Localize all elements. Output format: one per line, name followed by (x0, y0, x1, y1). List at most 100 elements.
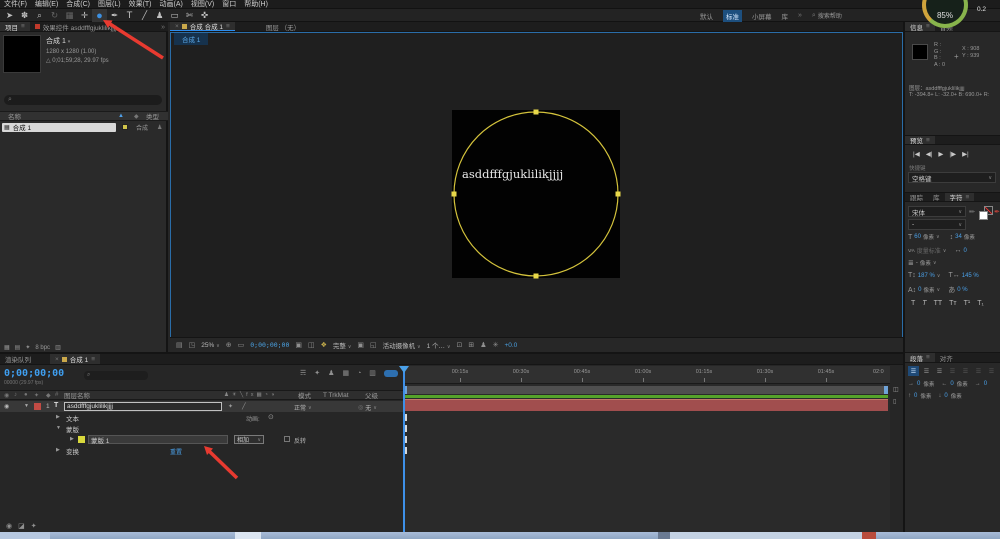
project-list-header[interactable]: 名称 ▲ ◆ 类型 (0, 111, 168, 121)
windows-taskbar[interactable] (0, 532, 1000, 539)
layer-label-color[interactable] (34, 403, 41, 410)
clone-stamp-tool[interactable]: ♟ (152, 9, 167, 22)
comp-marker-icon[interactable]: ◫ (893, 386, 899, 393)
faux-bold-button[interactable]: T (911, 300, 915, 307)
close-icon[interactable]: × (55, 356, 59, 363)
column-name[interactable]: 名称 (0, 111, 21, 121)
shortcut-select[interactable]: 空格键 ∨ (908, 172, 996, 183)
expander-icon[interactable]: ▶ (56, 447, 60, 453)
tsume-value[interactable]: 0 % (957, 287, 967, 293)
tab-tracker[interactable]: 跟踪 (905, 193, 928, 201)
sort-ascending-icon[interactable]: ▲ (118, 113, 124, 119)
tab-timeline-comp[interactable]: × 合成 1 ≡ (50, 354, 100, 364)
draft-3d-icon[interactable]: ✦ (314, 369, 320, 377)
time-ruler[interactable]: 00:15s 00:30s 00:45s 01:00s 01:15s 01:30… (403, 366, 890, 384)
chevron-down-icon[interactable]: ∨ (937, 273, 941, 279)
chevron-down-icon[interactable]: ∨ (933, 260, 937, 266)
viewer-breadcrumb[interactable]: 合成 1 (174, 33, 208, 45)
interpret-footage-icon[interactable]: ▦ (4, 344, 10, 351)
search-help[interactable]: ⌕ 搜索帮助 (812, 11, 842, 20)
menu-edit[interactable]: 编辑(E) (31, 0, 62, 9)
taskbar-window-button[interactable] (235, 532, 261, 539)
fill-color-swatch[interactable] (979, 211, 988, 220)
zoom-level[interactable]: 25% ∨ (201, 342, 220, 349)
always-preview-icon[interactable]: ▤ (176, 341, 183, 349)
tab-paragraph[interactable]: 段落≡ (905, 353, 935, 362)
kerning-value[interactable]: 度量标准 (917, 246, 941, 255)
visibility-eye-icon[interactable]: ◉ (4, 403, 9, 410)
justify-last-center-button[interactable]: ☰ (960, 366, 971, 376)
type-tool[interactable]: T (122, 9, 137, 22)
vertical-scale-value[interactable]: 187 % (918, 273, 935, 279)
menu-animation[interactable]: 动画(A) (156, 0, 187, 9)
workspace-overflow-icon[interactable]: » (798, 12, 802, 19)
timeline-graph-area[interactable]: 00:15s 00:30s 00:45s 01:00s 01:15s 01:30… (403, 366, 890, 534)
faux-italic-button[interactable]: T (922, 300, 926, 307)
first-frame-button[interactable]: |◀ (913, 150, 920, 158)
graph-editor-icon[interactable]: ▥ (369, 369, 376, 377)
menu-file[interactable]: 文件(F) (0, 0, 31, 9)
space-before-value[interactable]: 0 (914, 393, 917, 399)
label-column-icon[interactable]: ◆ (134, 113, 139, 120)
expand-inout-panes-icon[interactable]: ✦ (31, 522, 37, 530)
font-family-select[interactable]: 宋体 ∨ (908, 206, 966, 217)
mini-flowchart-icon[interactable]: ♟ (480, 341, 486, 349)
shape-path-ellipse[interactable] (452, 110, 620, 278)
align-right-button[interactable]: ☰ (934, 366, 945, 376)
subscript-button[interactable]: T₁ (977, 300, 984, 307)
horizontal-scale-value[interactable]: 145 % (962, 273, 979, 279)
animate-menu-icon[interactable]: ⊙ (268, 413, 274, 421)
expander-icon[interactable]: ▼ (24, 403, 29, 409)
delete-icon[interactable]: ▥ (55, 344, 61, 351)
project-search-input[interactable]: ⌕ (4, 95, 162, 105)
panel-menu-icon[interactable]: ≡ (91, 356, 95, 363)
parent-select[interactable]: ◎ 无∨ (358, 403, 377, 412)
reset-exposure-icon[interactable]: ✳ (493, 341, 499, 349)
menu-composition[interactable]: 合成(C) (62, 0, 94, 9)
motion-blur-icon[interactable]: ◔ (357, 370, 361, 377)
toggle-pill[interactable] (384, 370, 398, 377)
workspace-small-screen[interactable]: 小屏幕 (752, 11, 772, 21)
parent-column[interactable]: 父级 (365, 390, 378, 400)
camera-tool[interactable]: ▦ (62, 9, 77, 22)
blend-mode-select[interactable]: 正常∨ (294, 403, 312, 412)
view-layout-select[interactable]: 1 个… ∨ (427, 340, 451, 350)
close-icon[interactable]: × (175, 23, 179, 30)
eyedropper-icon[interactable]: ✏ (969, 208, 975, 216)
pickwhip-icon[interactable]: ◎ (358, 404, 363, 411)
effects-switch-icon[interactable]: ╱ (242, 403, 246, 410)
pixel-aspect-icon[interactable]: ⊞ (468, 341, 474, 349)
leading-value[interactable]: 34 (955, 234, 962, 240)
comp-button-icon[interactable]: ▯ (893, 398, 896, 405)
project-comp-name[interactable]: 合成 1 ▾ (46, 36, 109, 46)
column-type[interactable]: 类型 (146, 111, 159, 121)
exposure-value[interactable]: +0.0 (504, 342, 517, 349)
expander-icon[interactable]: ▶ (56, 414, 60, 420)
indent-left-value[interactable]: 0 (917, 381, 920, 387)
font-size-value[interactable]: 60 (914, 234, 921, 240)
magnification-icon[interactable]: ◳ (189, 341, 196, 349)
workspace-libraries[interactable]: 库 (782, 11, 789, 21)
indent-right-value[interactable]: 0 (950, 381, 953, 387)
rulers-icon[interactable]: ⊕ (226, 341, 232, 349)
chevron-down-icon[interactable]: ∨ (936, 234, 940, 240)
tracking-value[interactable]: 0 (963, 248, 966, 254)
expand-transfer-controls-icon[interactable]: ◪ (18, 522, 25, 530)
grid-options-icon[interactable]: ⊡ (457, 341, 463, 349)
chevron-down-icon[interactable]: ∨ (943, 248, 947, 254)
workspace-default[interactable]: 默认 (700, 11, 713, 21)
mask-visibility-icon[interactable]: ▭ (238, 341, 245, 349)
project-row-comp1[interactable]: ▦ 合成 1 合成 ♟ (0, 122, 168, 132)
pan-behind-tool[interactable]: ✛ (77, 9, 92, 22)
expander-icon[interactable]: ▶ (70, 436, 74, 442)
tab-render-queue[interactable]: 渲染队列 (0, 354, 36, 364)
align-center-button[interactable]: ☰ (921, 366, 932, 376)
transparency-grid-icon[interactable]: ◱ (370, 341, 377, 349)
tab-project[interactable]: 项目≡ (0, 22, 30, 31)
project-bit-depth[interactable]: 8 bpc (35, 345, 50, 351)
play-button[interactable]: ▶ (938, 150, 943, 158)
tab-preview[interactable]: 预览≡ (905, 136, 935, 144)
tab-composition[interactable]: × 合成 合成 1 ≡ (170, 22, 235, 31)
mask-color-chip[interactable] (78, 436, 85, 443)
tab-effect-controls[interactable]: 效果控件 asddfffgjuklilikjjjj (30, 22, 122, 31)
